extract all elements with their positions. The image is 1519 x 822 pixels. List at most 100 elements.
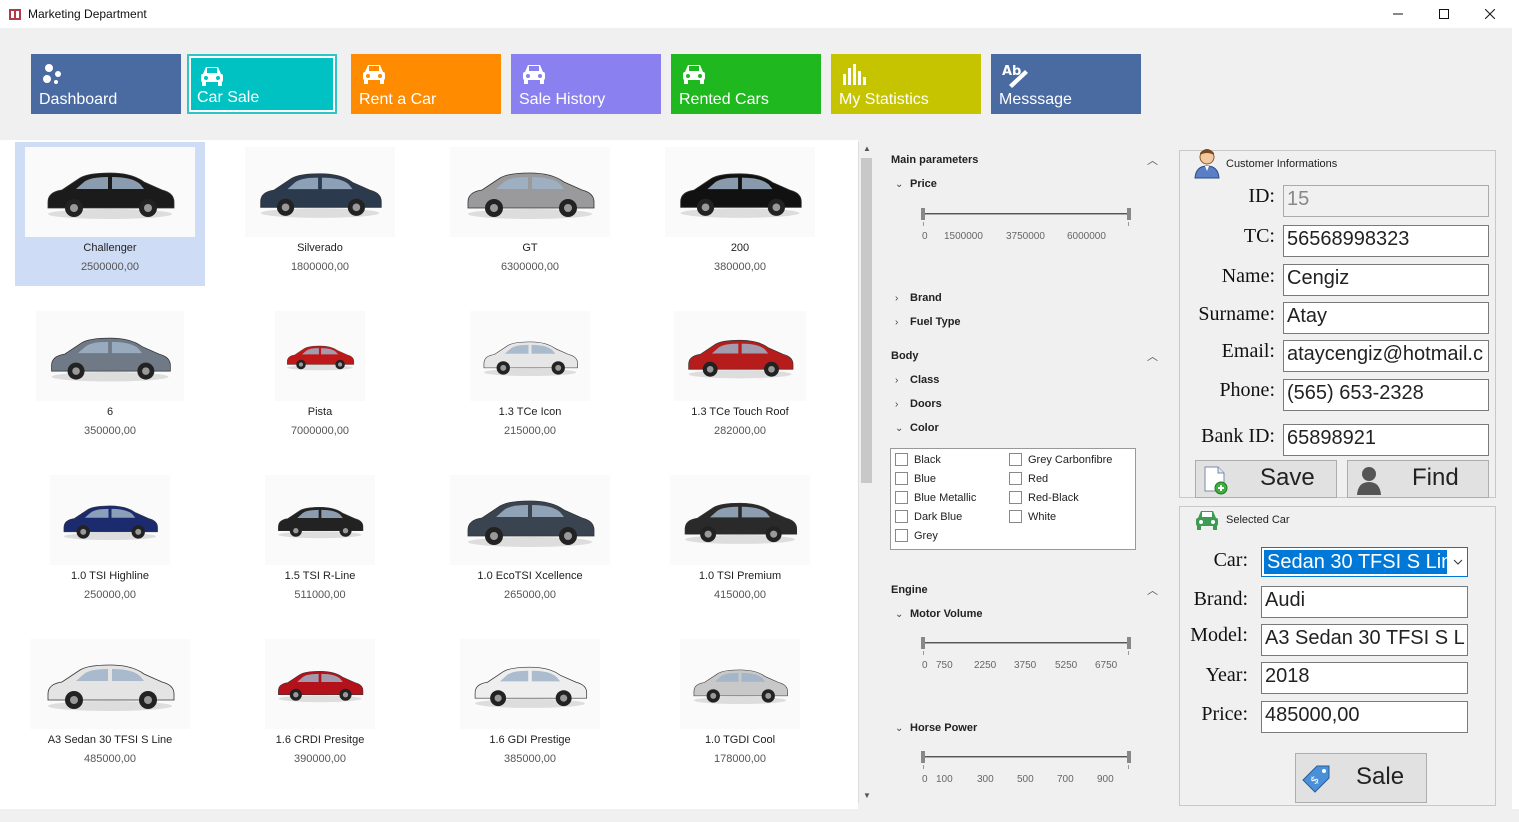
fuel-type-filter-label[interactable]: Fuel Type: [910, 316, 961, 328]
chevron-right-icon[interactable]: ›: [895, 293, 898, 304]
horse-power-filter-label[interactable]: Horse Power: [910, 722, 977, 734]
chevron-down-icon[interactable]: ⌄: [895, 609, 903, 620]
collapse-up-icon[interactable]: ︿: [1147, 348, 1158, 364]
chevron-right-icon[interactable]: ›: [895, 317, 898, 328]
tab-dashboard[interactable]: Dashboard: [31, 54, 181, 114]
color-checkbox-grey[interactable]: Grey: [895, 529, 938, 542]
car-price: 511000,00: [294, 589, 346, 601]
main-parameters-header[interactable]: Main parameters: [891, 154, 978, 166]
motor-slider-max-handle[interactable]: [1127, 637, 1131, 649]
phone-field[interactable]: (565) 653-2328: [1283, 379, 1489, 411]
color-checkbox-dark-blue[interactable]: Dark Blue: [895, 510, 962, 523]
brand-filter-label[interactable]: Brand: [910, 292, 942, 304]
horse-power-slider[interactable]: [921, 751, 1131, 775]
tc-field[interactable]: 56568998323: [1283, 225, 1489, 257]
car-list-item[interactable]: 1.3 TCe Icon 215000,00: [435, 306, 625, 450]
tab-rent-a-car[interactable]: Rent a Car: [351, 54, 501, 114]
color-checkbox-blue[interactable]: Blue: [895, 472, 936, 485]
brand-field[interactable]: Audi: [1261, 586, 1468, 618]
hp-slider-max-handle[interactable]: [1127, 751, 1131, 763]
price-tag-icon: $: [1302, 765, 1330, 793]
car-price: 178000,00: [714, 753, 766, 765]
color-checkbox-black[interactable]: Black: [895, 453, 941, 466]
car-name: Silverado: [297, 242, 343, 254]
sale-button[interactable]: $ Sale: [1295, 753, 1427, 803]
car-list-item[interactable]: A3 Sedan 30 TFSI S Line 485000,00: [15, 634, 205, 778]
engine-header[interactable]: Engine: [891, 584, 928, 596]
model-field[interactable]: A3 Sedan 30 TFSI S L: [1261, 624, 1468, 656]
scroll-up-icon[interactable]: ▲: [860, 142, 874, 156]
scroll-thumb[interactable]: [861, 158, 872, 483]
car-list-item[interactable]: 1.6 GDI Prestige 385000,00: [435, 634, 625, 778]
tab-messsage[interactable]: Ab Messsage: [991, 54, 1141, 114]
car-price: 6300000,00: [500, 261, 560, 273]
id-field[interactable]: 15: [1283, 185, 1489, 217]
price-filter-label[interactable]: Price: [910, 178, 937, 190]
car-list-item[interactable]: 1.0 TSI Premium 415000,00: [645, 470, 835, 614]
hp-slider-min-handle[interactable]: [921, 751, 925, 763]
year-field[interactable]: 2018: [1261, 662, 1468, 694]
car-list-item[interactable]: 1.3 TCe Touch Roof 282000,00: [645, 306, 835, 450]
color-filter-label[interactable]: Color: [910, 422, 939, 434]
car-thumbnail-icon: [278, 670, 364, 703]
car-select[interactable]: Sedan 30 TFSI S Line: [1261, 547, 1468, 577]
price-field[interactable]: 485000,00: [1261, 701, 1468, 733]
car-list-item[interactable]: 6 350000,00: [15, 306, 205, 450]
car-list-item[interactable]: Challenger 2500000,00: [15, 142, 205, 286]
tab-rented-cars[interactable]: Rented Cars: [671, 54, 821, 114]
color-checkbox-grey-carbonfibre[interactable]: Grey Carbonfibre: [1009, 453, 1112, 466]
window-title: Marketing Department: [28, 7, 147, 21]
chevron-down-icon[interactable]: ⌄: [895, 723, 903, 734]
price-slider-min-handle[interactable]: [921, 208, 925, 220]
bank-id-field[interactable]: 65898921: [1283, 424, 1489, 456]
maximize-button[interactable]: [1421, 0, 1467, 28]
scroll-down-icon[interactable]: ▼: [860, 789, 874, 803]
car-name: 1.6 GDI Prestige: [489, 734, 571, 746]
color-checkbox-blue-metallic[interactable]: Blue Metallic: [895, 491, 976, 504]
price-label: Price:: [1201, 703, 1248, 725]
body-header[interactable]: Body: [891, 350, 919, 362]
car-name: 1.0 TSI Premium: [698, 570, 782, 582]
doors-filter-label[interactable]: Doors: [910, 398, 942, 410]
class-filter-label[interactable]: Class: [910, 374, 939, 386]
car-list-item[interactable]: 1.5 TSI R-Line 511000,00: [225, 470, 415, 614]
tab-sale-history[interactable]: Sale History: [511, 54, 661, 114]
color-checkbox-red-black[interactable]: Red-Black: [1009, 491, 1079, 504]
car-list-item[interactable]: GT 6300000,00: [435, 142, 625, 286]
find-button[interactable]: Find: [1347, 460, 1489, 498]
collapse-up-icon[interactable]: ︿: [1147, 582, 1158, 598]
car-list-item[interactable]: 1.0 TSI Highline 250000,00: [15, 470, 205, 614]
car-list-item[interactable]: 1.0 TGDI Cool 178000,00: [645, 634, 835, 778]
chevron-down-icon[interactable]: ⌄: [895, 423, 903, 434]
color-checkbox-red[interactable]: Red: [1009, 472, 1048, 485]
email-label: Email:: [1221, 340, 1275, 362]
motor-volume-filter-label[interactable]: Motor Volume: [910, 608, 983, 620]
name-field[interactable]: Cengiz: [1283, 264, 1489, 296]
surname-field[interactable]: Atay: [1283, 302, 1489, 334]
price-slider-max-handle[interactable]: [1127, 208, 1131, 220]
tab-car-sale[interactable]: Car Sale: [187, 54, 337, 114]
tab-label: Messsage: [999, 91, 1072, 108]
car-price: 250000,00: [84, 589, 136, 601]
chevron-right-icon[interactable]: ›: [895, 399, 898, 410]
car-list-item[interactable]: 1.6 CRDI Presitge 390000,00: [225, 634, 415, 778]
color-checkbox-white[interactable]: White: [1009, 510, 1056, 523]
car-icon: [363, 65, 385, 84]
price-slider[interactable]: [921, 208, 1131, 232]
car-list-item[interactable]: Silverado 1800000,00: [225, 142, 415, 286]
gallery-scrollbar[interactable]: ▲ ▼: [858, 142, 875, 803]
email-field[interactable]: ataycengiz@hotmail.c: [1283, 340, 1489, 372]
car-list-item[interactable]: 200 380000,00: [645, 142, 835, 286]
car-list-item[interactable]: Pista 7000000,00: [225, 306, 415, 450]
car-list-item[interactable]: 1.0 EcoTSI Xcellence 265000,00: [435, 470, 625, 614]
close-button[interactable]: [1467, 0, 1513, 28]
car-image: [265, 639, 375, 729]
motor-slider-min-handle[interactable]: [921, 637, 925, 649]
chevron-down-icon[interactable]: ⌄: [895, 179, 903, 190]
minimize-button[interactable]: [1375, 0, 1421, 28]
tab-my-statistics[interactable]: My Statistics: [831, 54, 981, 114]
motor-volume-slider[interactable]: [921, 637, 1131, 661]
save-button[interactable]: Save: [1195, 460, 1337, 498]
collapse-up-icon[interactable]: ︿: [1147, 152, 1158, 168]
chevron-right-icon[interactable]: ›: [895, 375, 898, 386]
